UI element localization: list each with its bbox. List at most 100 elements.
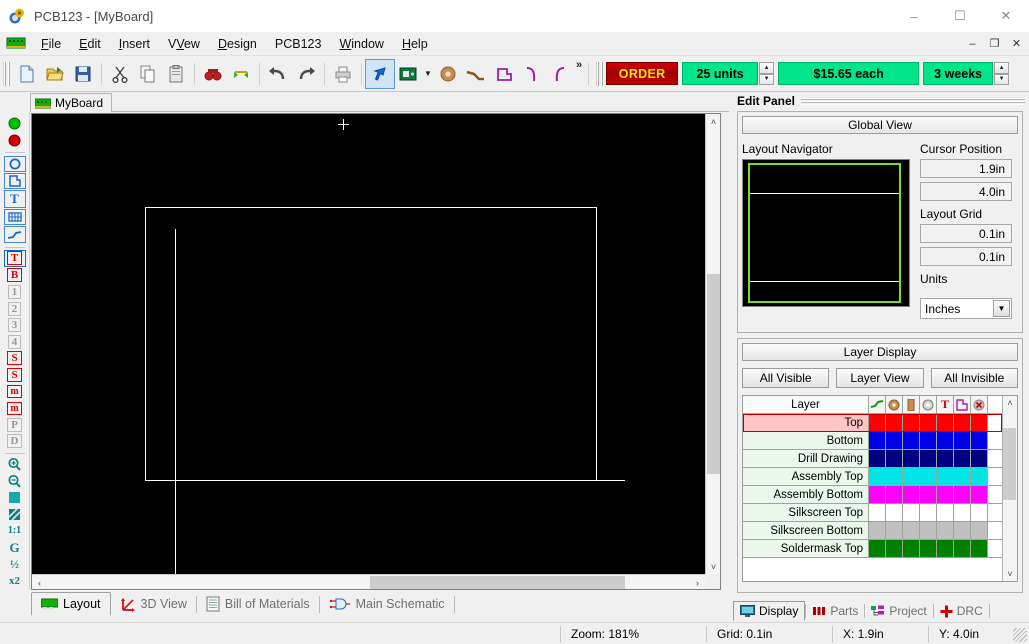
layer-visibility-cell[interactable] (954, 540, 971, 557)
save-button[interactable] (69, 60, 97, 88)
layer-visibility-cell[interactable] (903, 504, 920, 521)
zoom-half-button[interactable]: ½ (4, 557, 26, 573)
order-units-spinner[interactable]: ▲ ▼ (759, 62, 774, 85)
layer-visibility-cell[interactable] (920, 432, 937, 449)
canvas-vertical-scrollbar[interactable]: ˄ ˅ (705, 114, 720, 574)
tab-3d-view[interactable]: 3D View (111, 592, 196, 616)
soldermask-bottom-button[interactable]: m (4, 400, 26, 416)
panel-tab-parts[interactable]: Parts (806, 601, 864, 621)
layer-display-header[interactable]: Layer Display (742, 343, 1018, 361)
scroll-left-button[interactable]: ‹ (32, 575, 47, 590)
menu-insert[interactable]: Insert (110, 35, 159, 53)
vertical-scroll-thumb[interactable] (707, 274, 720, 474)
layer-visibility-cell[interactable] (937, 504, 954, 521)
show-traces-button[interactable] (4, 226, 26, 242)
menu-view[interactable]: VVew (159, 35, 209, 53)
place-arc-left-button[interactable] (546, 60, 574, 88)
column-disable-icon[interactable] (971, 396, 988, 413)
layer-visibility-cell[interactable] (869, 414, 886, 431)
layer-visibility-cell[interactable] (920, 450, 937, 467)
menu-window[interactable]: Window (330, 35, 392, 53)
place-polygon-button[interactable] (490, 60, 518, 88)
document-tab-myboard[interactable]: MyBoard (30, 93, 112, 112)
layer-visibility-cell[interactable] (920, 468, 937, 485)
print-button[interactable] (329, 60, 357, 88)
redo-button[interactable] (292, 60, 320, 88)
undo-button[interactable] (264, 60, 292, 88)
layer-visibility-cell[interactable] (954, 450, 971, 467)
global-view-header[interactable]: Global View (742, 116, 1018, 134)
layer-row[interactable]: Soldermask Top (743, 540, 1002, 558)
layer-visibility-cell[interactable] (920, 540, 937, 557)
layer-visibility-cell[interactable] (920, 504, 937, 521)
cut-button[interactable] (106, 60, 134, 88)
layer-visibility-cell[interactable] (869, 450, 886, 467)
layer-visibility-cell[interactable] (869, 540, 886, 557)
place-part-button[interactable] (394, 60, 422, 88)
layer-visibility-cell[interactable] (903, 414, 920, 431)
layer-visibility-cell[interactable] (937, 540, 954, 557)
panel-tab-drc[interactable]: DRC (934, 601, 989, 621)
column-via-round-icon[interactable] (920, 396, 937, 413)
layer-visibility-cell[interactable] (920, 414, 937, 431)
layer-visibility-cell[interactable] (903, 468, 920, 485)
toolbar-grip[interactable] (3, 62, 10, 86)
units-select[interactable]: Inches ▼ (920, 298, 1012, 319)
zoom-in-button[interactable] (4, 457, 26, 473)
zoom-double-button[interactable]: x2 (4, 573, 26, 589)
layer-visibility-cell[interactable] (954, 432, 971, 449)
board-outline[interactable] (145, 207, 597, 481)
lead-spin-up[interactable]: ▲ (994, 62, 1009, 74)
layer-visibility-cell[interactable] (937, 432, 954, 449)
layer-visibility-cell[interactable] (971, 504, 988, 521)
layer-visibility-cell[interactable] (886, 486, 903, 503)
layer-bottom-button[interactable]: B (4, 268, 26, 284)
horizontal-scroll-thumb[interactable] (370, 576, 625, 589)
layer-visibility-cell[interactable] (903, 432, 920, 449)
scroll-right-button[interactable]: › (690, 575, 705, 590)
layer-row[interactable]: Assembly Bottom (743, 486, 1002, 504)
zoom-out-button[interactable] (4, 473, 26, 489)
show-pads-button[interactable] (4, 156, 26, 172)
toolbar-overflow-button[interactable]: » (574, 59, 584, 71)
show-outline-button[interactable] (4, 173, 26, 189)
layer-1-button[interactable]: 1 (4, 284, 26, 300)
mdi-restore-button[interactable]: ❐ (988, 37, 1001, 50)
layer-2-button[interactable]: 2 (4, 301, 26, 317)
soldermask-top-button[interactable]: m (4, 384, 26, 400)
layer-scroll-up-button[interactable]: ˄ (1003, 396, 1017, 410)
chevron-down-icon[interactable]: ▼ (422, 60, 434, 88)
layer-visibility-cell[interactable] (903, 540, 920, 557)
show-text-button[interactable]: T (4, 190, 26, 208)
layer-row[interactable]: Drill Drawing (743, 450, 1002, 468)
menu-file[interactable]: File (32, 35, 70, 53)
layer-visibility-cell[interactable] (971, 522, 988, 539)
layer-visibility-cell[interactable] (954, 504, 971, 521)
layer-visibility-cell[interactable] (954, 486, 971, 503)
swap-button[interactable] (227, 60, 255, 88)
mdi-minimize-button[interactable]: – (966, 38, 979, 50)
layer-visibility-cell[interactable] (886, 540, 903, 557)
layer-4-button[interactable]: 4 (4, 334, 26, 350)
tab-bill-of-materials[interactable]: Bill of Materials (197, 592, 319, 616)
menu-edit[interactable]: Edit (70, 35, 110, 53)
layer-visibility-cell[interactable] (886, 522, 903, 539)
zoom-area-button[interactable] (4, 507, 26, 523)
chevron-down-icon[interactable]: ▼ (993, 300, 1010, 317)
find-button[interactable] (199, 60, 227, 88)
panel-tab-display[interactable]: Display (733, 601, 805, 621)
place-pad-button[interactable] (434, 60, 462, 88)
grid-x-field[interactable]: 0.1in (920, 224, 1012, 243)
layer-3-button[interactable]: 3 (4, 317, 26, 333)
layer-top-button[interactable]: T (4, 250, 26, 266)
mdi-close-button[interactable]: ✕ (1010, 37, 1023, 50)
order-bar-grip[interactable] (596, 62, 603, 86)
layer-visibility-cell[interactable] (971, 450, 988, 467)
tab-layout[interactable]: Layout (31, 592, 111, 616)
layer-visibility-cell[interactable] (937, 414, 954, 431)
layer-visibility-cell[interactable] (971, 486, 988, 503)
column-via-rect-icon[interactable] (903, 396, 920, 413)
menu-pcb123[interactable]: PCB123 (266, 35, 331, 53)
new-file-button[interactable] (13, 60, 41, 88)
paste-layer-button[interactable]: P (4, 417, 26, 433)
